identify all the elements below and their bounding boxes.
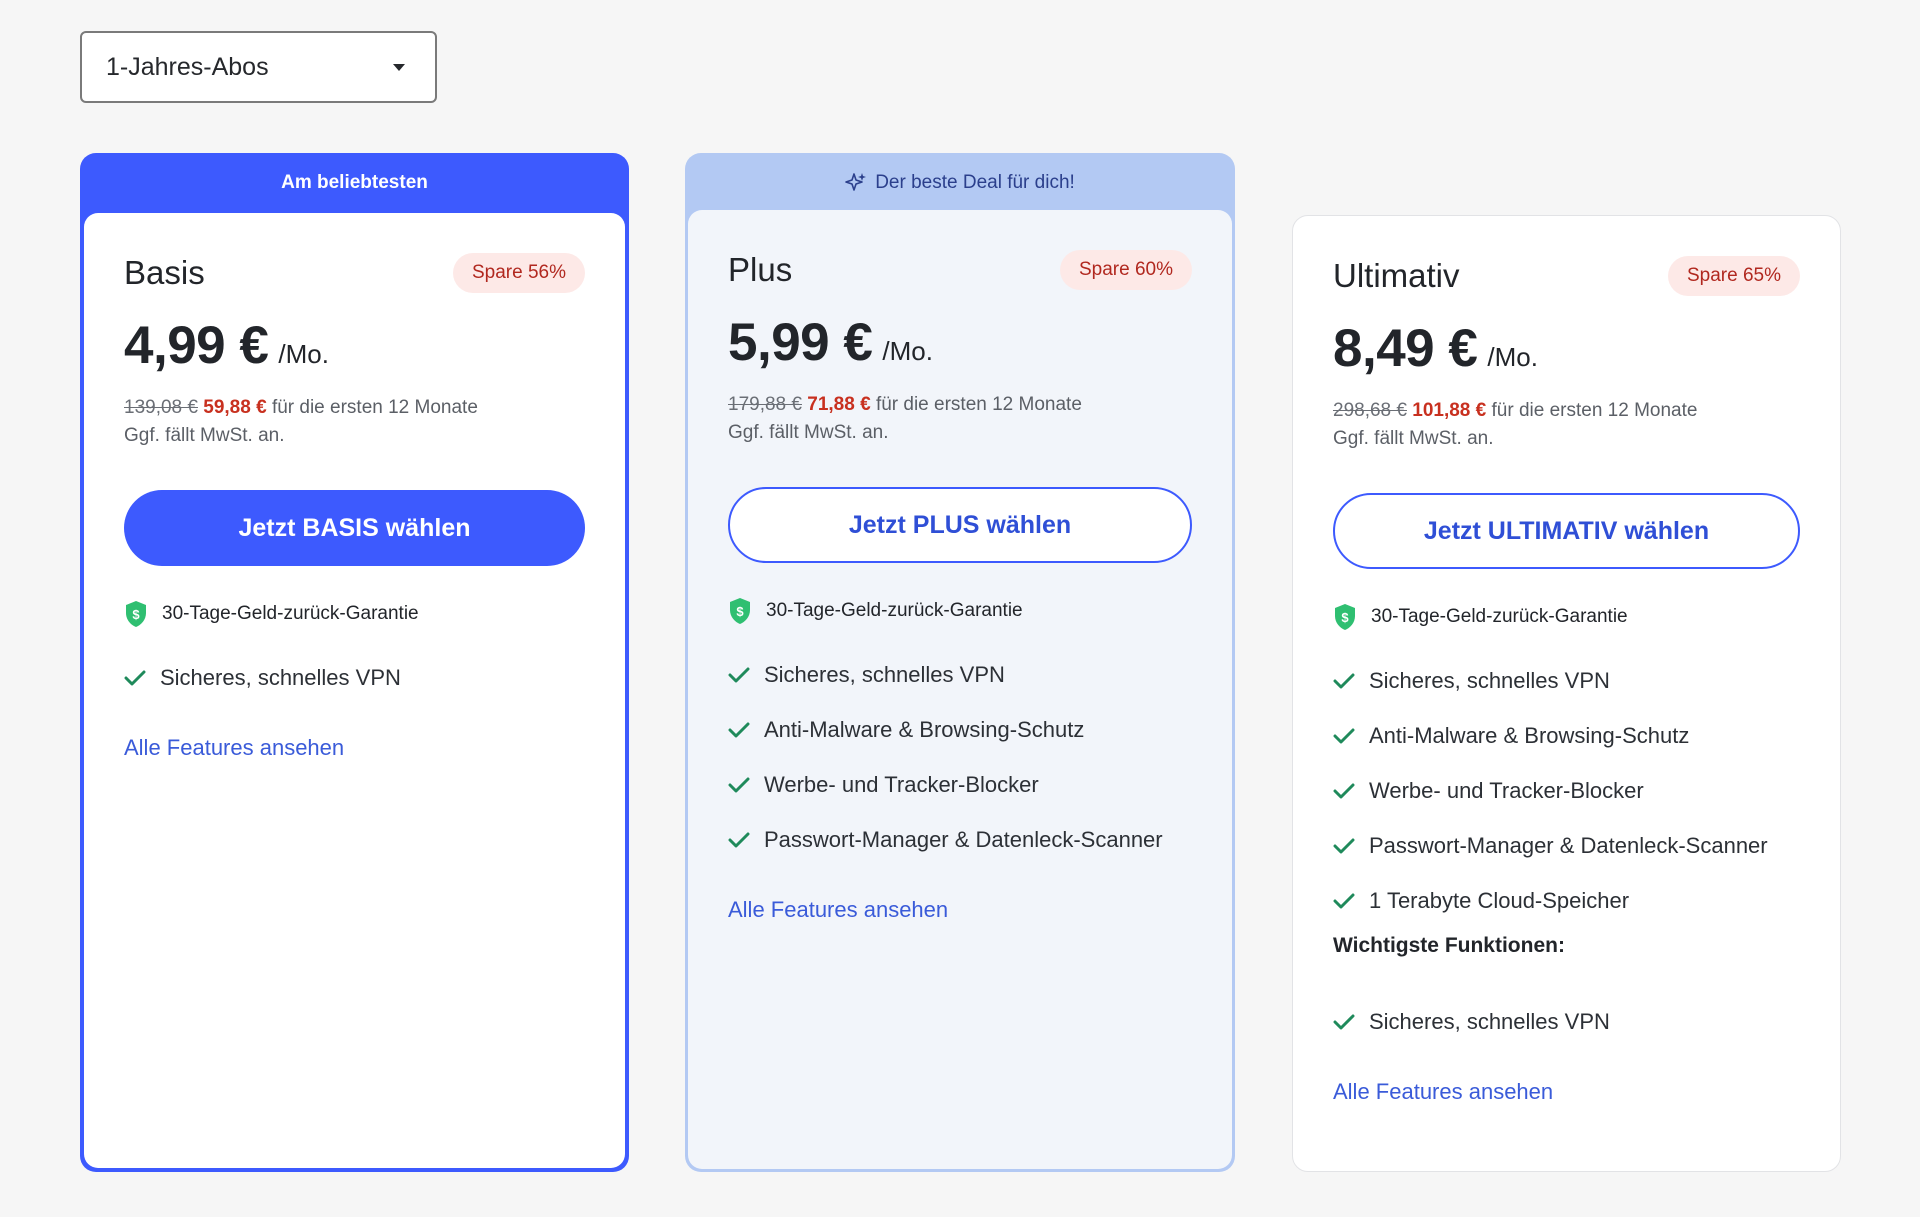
monthly-price: 4,99 € [124, 316, 269, 375]
old-total-price: 139,08 € [124, 397, 198, 418]
key-feature-list: Sicheres, schnelles VPN [1333, 994, 1800, 1049]
view-all-features-link[interactable]: Alle Features ansehen [124, 735, 344, 761]
check-icon [728, 722, 750, 737]
new-total-price: 59,88 € [203, 397, 267, 418]
feature-item: Werbe- und Tracker-Blocker [728, 757, 1192, 812]
feature-list: Sicheres, schnelles VPN Anti-Malware & B… [1333, 653, 1800, 928]
price-period: /Mo. [1487, 342, 1538, 372]
price-note: 139,08 € 59,88 € für die ersten 12 Monat… [124, 394, 585, 450]
subscription-period-value: 1-Jahres-Abos [106, 52, 269, 81]
view-all-features-link[interactable]: Alle Features ansehen [728, 897, 948, 923]
feature-item: Anti-Malware & Browsing-Schutz [728, 702, 1192, 757]
plan-card-ultimativ: Ultimativ Spare 65% 8,49 € /Mo. 298,68 €… [1292, 215, 1841, 1172]
vat-note: Ggf. fällt MwSt. an. [1333, 428, 1494, 449]
key-features-heading: Wichtigste Funktionen: [1333, 934, 1565, 957]
check-icon [728, 777, 750, 792]
choose-basis-button[interactable]: Jetzt BASIS wählen [124, 490, 585, 566]
term-text: für die ersten 12 Monate [1491, 400, 1698, 421]
money-back-guarantee: $ 30-Tage-Geld-zurück-Garantie [124, 600, 585, 628]
plan-name: Ultimativ [1333, 257, 1460, 294]
plan-name: Basis [124, 254, 205, 291]
monthly-price: 8,49 € [1333, 319, 1478, 378]
old-total-price: 179,88 € [728, 394, 802, 415]
svg-text:$: $ [1341, 610, 1349, 625]
check-icon [1333, 783, 1355, 798]
check-icon [1333, 838, 1355, 853]
best-deal-text: Der beste Deal für dich! [875, 172, 1075, 193]
chevron-down-icon [393, 63, 405, 71]
plan-card-basis: Am beliebtesten Basis Spare 56% 4,99 € /… [80, 153, 629, 1172]
feature-item: 1 Terabyte Cloud-Speicher [1333, 873, 1800, 928]
shield-dollar-icon: $ [1335, 604, 1355, 630]
monthly-price: 5,99 € [728, 313, 873, 372]
check-icon [1333, 728, 1355, 743]
feature-list: Sicheres, schnelles VPN Anti-Malware & B… [728, 647, 1192, 867]
check-icon [728, 667, 750, 682]
choose-plus-button[interactable]: Jetzt PLUS wählen [728, 487, 1192, 563]
money-back-guarantee: $ 30-Tage-Geld-zurück-Garantie [728, 597, 1192, 625]
view-all-features-link[interactable]: Alle Features ansehen [1333, 1079, 1553, 1105]
feature-item: Sicheres, schnelles VPN [1333, 653, 1800, 708]
check-icon [124, 670, 146, 685]
check-icon [728, 832, 750, 847]
old-total-price: 298,68 € [1333, 400, 1407, 421]
guarantee-text: 30-Tage-Geld-zurück-Garantie [766, 600, 1023, 621]
feature-item: Werbe- und Tracker-Blocker [1333, 763, 1800, 818]
plan-card-plus: Der beste Deal für dich! Plus Spare 60% … [685, 153, 1235, 1172]
vat-note: Ggf. fällt MwSt. an. [728, 422, 889, 443]
svg-text:$: $ [132, 607, 140, 622]
best-deal-banner: Der beste Deal für dich! [685, 153, 1235, 213]
save-badge: Spare 60% [1059, 250, 1192, 290]
check-icon [1333, 673, 1355, 688]
feature-item: Anti-Malware & Browsing-Schutz [1333, 708, 1800, 763]
check-icon [1333, 1014, 1355, 1029]
shield-dollar-icon: $ [126, 601, 146, 627]
save-badge: Spare 65% [1667, 256, 1800, 296]
new-total-price: 71,88 € [807, 394, 871, 415]
guarantee-text: 30-Tage-Geld-zurück-Garantie [1371, 606, 1628, 627]
price-note: 298,68 € 101,88 € für die ersten 12 Mona… [1333, 397, 1800, 453]
plan-card-body: Basis Spare 56% 4,99 € /Mo. 139,08 € 59,… [84, 213, 625, 1168]
plan-card-body: Ultimativ Spare 65% 8,49 € /Mo. 298,68 €… [1292, 215, 1841, 1172]
feature-item: Passwort-Manager & Datenleck-Scanner [728, 812, 1192, 867]
vat-note: Ggf. fällt MwSt. an. [124, 425, 285, 446]
feature-item: Passwort-Manager & Datenleck-Scanner [1333, 818, 1800, 873]
most-popular-banner: Am beliebtesten [281, 172, 428, 193]
guarantee-text: 30-Tage-Geld-zurück-Garantie [162, 603, 419, 624]
feature-item: Sicheres, schnelles VPN [124, 650, 585, 705]
plan-card-body: Plus Spare 60% 5,99 € /Mo. 179,88 € 71,8… [688, 210, 1232, 1169]
svg-text:$: $ [736, 604, 744, 619]
plan-name: Plus [728, 251, 793, 288]
price-period: /Mo. [882, 336, 933, 366]
feature-item: Sicheres, schnelles VPN [1333, 994, 1800, 1049]
feature-list: Sicheres, schnelles VPN [124, 650, 585, 705]
price-note: 179,88 € 71,88 € für die ersten 12 Monat… [728, 391, 1192, 447]
new-total-price: 101,88 € [1412, 400, 1487, 421]
term-text: für die ersten 12 Monate [875, 394, 1082, 415]
shield-dollar-icon: $ [730, 598, 750, 624]
sparkle-icon [845, 173, 867, 191]
save-badge: Spare 56% [452, 253, 585, 293]
price-period: /Mo. [278, 339, 329, 369]
choose-ultimativ-button[interactable]: Jetzt ULTIMATIV wählen [1333, 493, 1800, 569]
feature-item: Sicheres, schnelles VPN [728, 647, 1192, 702]
check-icon [1333, 893, 1355, 908]
subscription-period-select[interactable]: 1-Jahres-Abos [80, 31, 437, 103]
term-text: für die ersten 12 Monate [271, 397, 478, 418]
money-back-guarantee: $ 30-Tage-Geld-zurück-Garantie [1333, 603, 1800, 631]
